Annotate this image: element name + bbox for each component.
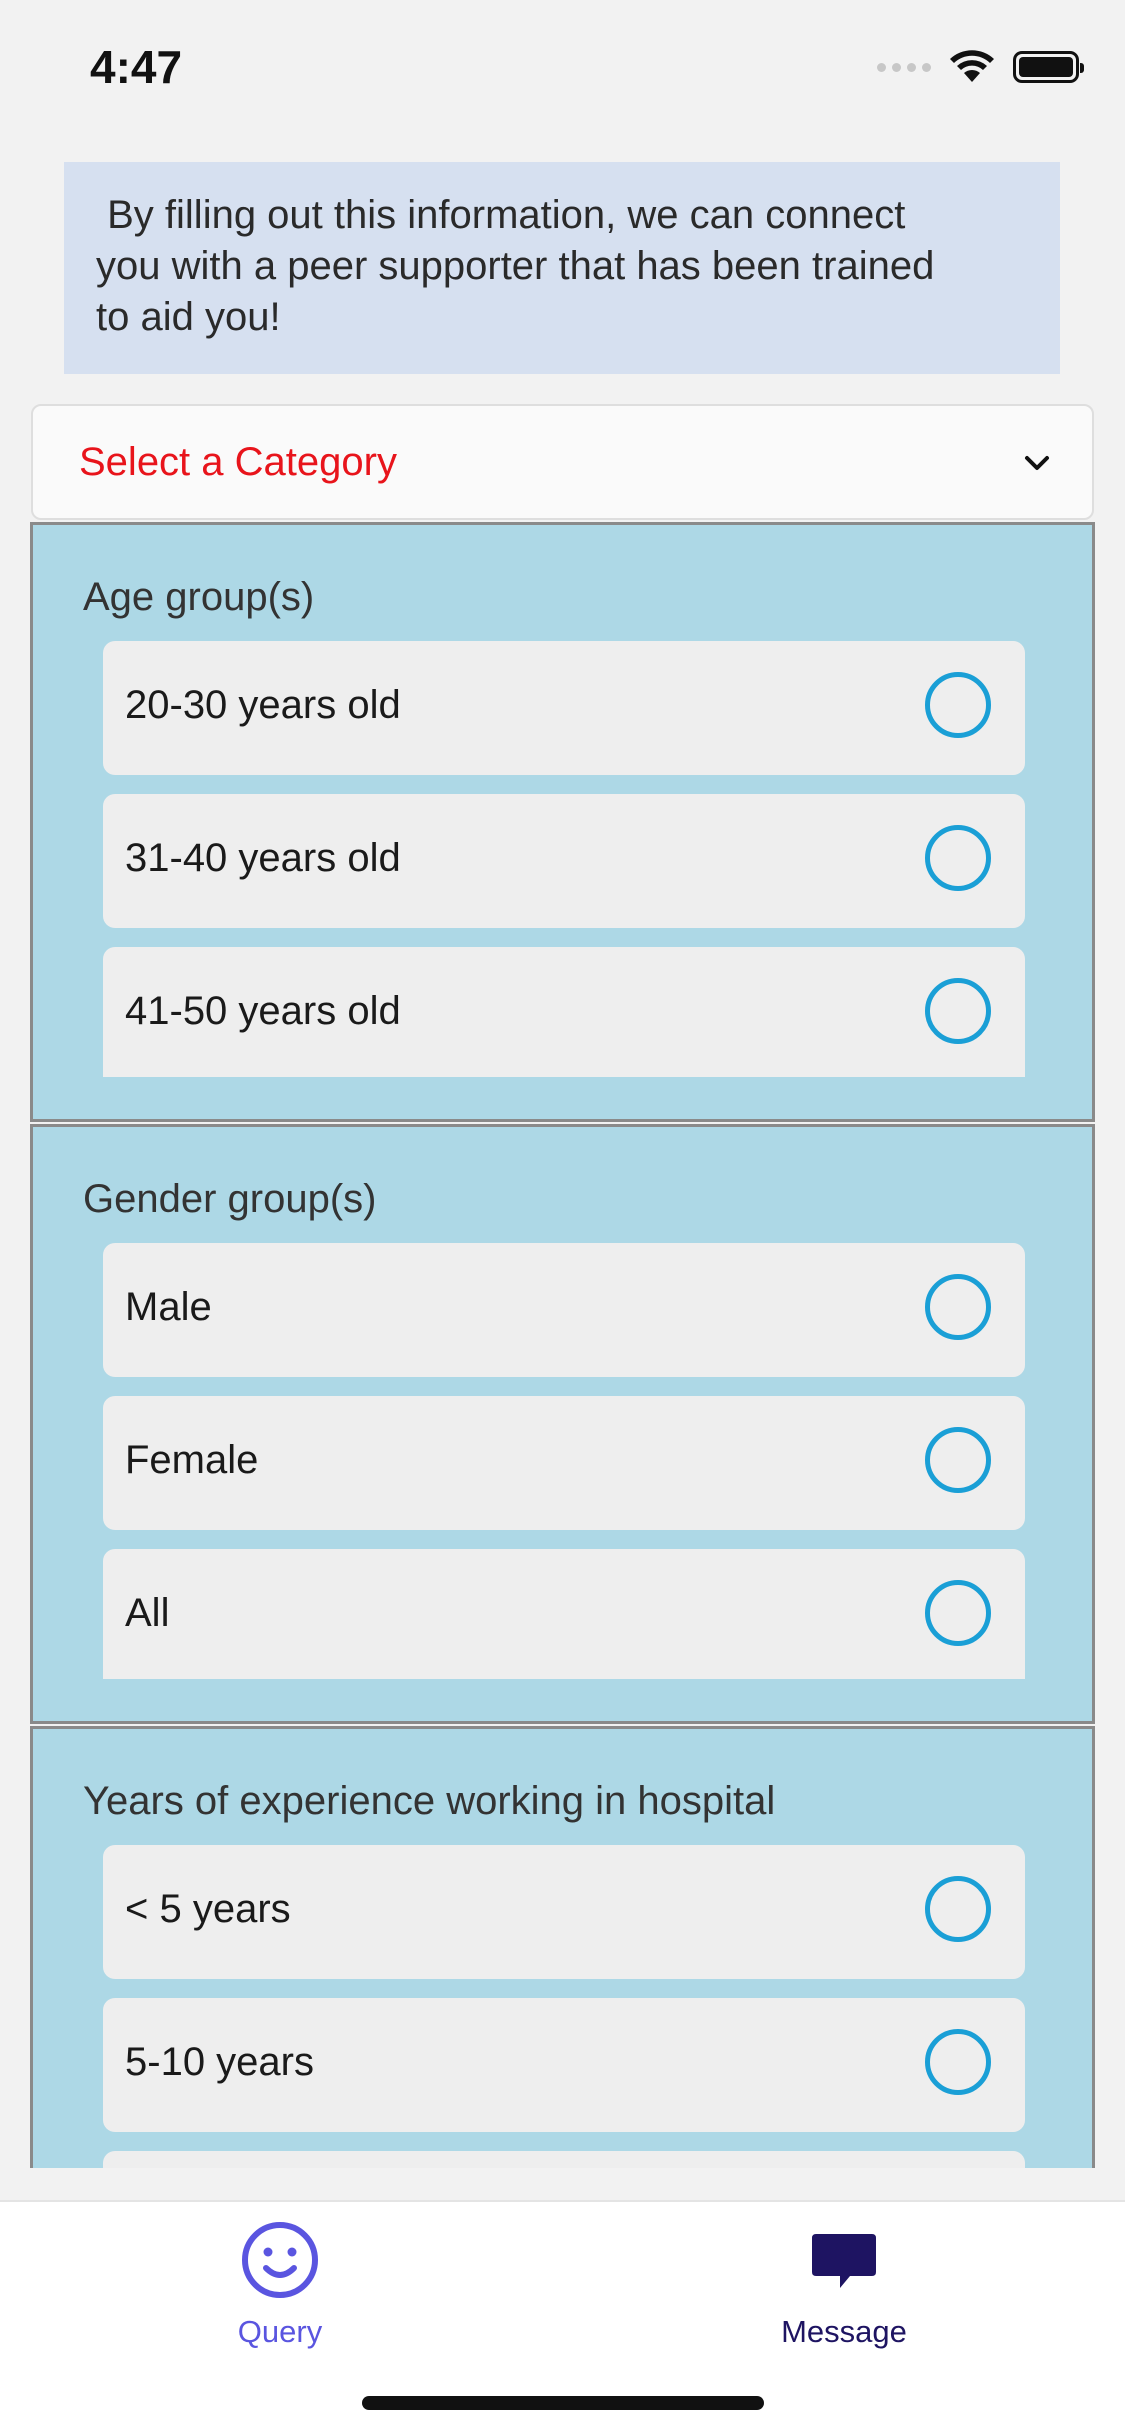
- tab-query-label: Query: [237, 2314, 323, 2349]
- tab-message[interactable]: Message: [694, 2220, 994, 2370]
- chat-bubble-icon: [812, 2234, 876, 2288]
- smiley-icon: [242, 2222, 318, 2298]
- option-experience-under-5[interactable]: < 5 years: [103, 1845, 1025, 1979]
- radio-unchecked-icon[interactable]: [925, 825, 991, 891]
- category-select[interactable]: Select a Category: [31, 404, 1094, 520]
- option-label: Female: [125, 1438, 259, 1482]
- section-title: Years of experience working in hospital: [83, 1779, 776, 1823]
- radio-unchecked-icon[interactable]: [925, 978, 991, 1044]
- option-label: 41-50 years old: [125, 989, 401, 1033]
- option-experience-partial[interactable]: [103, 2151, 1025, 2168]
- radio-unchecked-icon[interactable]: [925, 1580, 991, 1646]
- radio-unchecked-icon[interactable]: [925, 672, 991, 738]
- section-gender-groups: Gender group(s) Male Female All: [30, 1124, 1095, 1724]
- radio-unchecked-icon[interactable]: [925, 1427, 991, 1493]
- section-title: Age group(s): [83, 575, 315, 619]
- status-icons: [877, 50, 1084, 84]
- option-label: Male: [125, 1285, 212, 1329]
- section-age-groups: Age group(s) 20-30 years old 31-40 years…: [30, 522, 1095, 1122]
- section-title: Gender group(s): [83, 1177, 377, 1221]
- option-label: 5-10 years: [125, 2040, 314, 2084]
- chevron-down-icon: [1025, 456, 1049, 470]
- option-age-41-50[interactable]: 41-50 years old: [103, 947, 1025, 1077]
- cellular-signal-icon: [877, 62, 931, 72]
- status-bar: 4:47: [0, 0, 1125, 140]
- option-age-31-40[interactable]: 31-40 years old: [103, 794, 1025, 928]
- tab-query[interactable]: Query: [130, 2220, 430, 2370]
- option-label: All: [125, 1591, 170, 1635]
- wifi-icon: [950, 50, 994, 82]
- radio-unchecked-icon[interactable]: [925, 1876, 991, 1942]
- battery-icon: [1013, 51, 1084, 83]
- option-gender-female[interactable]: Female: [103, 1396, 1025, 1530]
- option-gender-male[interactable]: Male: [103, 1243, 1025, 1377]
- option-label: 20-30 years old: [125, 683, 401, 727]
- status-time: 4:47: [90, 41, 183, 93]
- option-experience-5-10[interactable]: 5-10 years: [103, 1998, 1025, 2132]
- option-label: 31-40 years old: [125, 836, 401, 880]
- option-label: < 5 years: [125, 1887, 291, 1931]
- section-hospital-experience: Years of experience working in hospital …: [30, 1726, 1095, 2168]
- info-banner: By filling out this information, we can …: [64, 162, 1060, 374]
- form-scroll-area[interactable]: Age group(s) 20-30 years old 31-40 years…: [30, 522, 1095, 2168]
- option-age-20-30[interactable]: 20-30 years old: [103, 641, 1025, 775]
- tab-message-label: Message: [781, 2314, 907, 2349]
- option-gender-all[interactable]: All: [103, 1549, 1025, 1679]
- home-indicator[interactable]: [362, 2396, 764, 2410]
- radio-unchecked-icon[interactable]: [925, 1274, 991, 1340]
- radio-unchecked-icon[interactable]: [925, 2029, 991, 2095]
- category-select-placeholder: Select a Category: [79, 440, 397, 484]
